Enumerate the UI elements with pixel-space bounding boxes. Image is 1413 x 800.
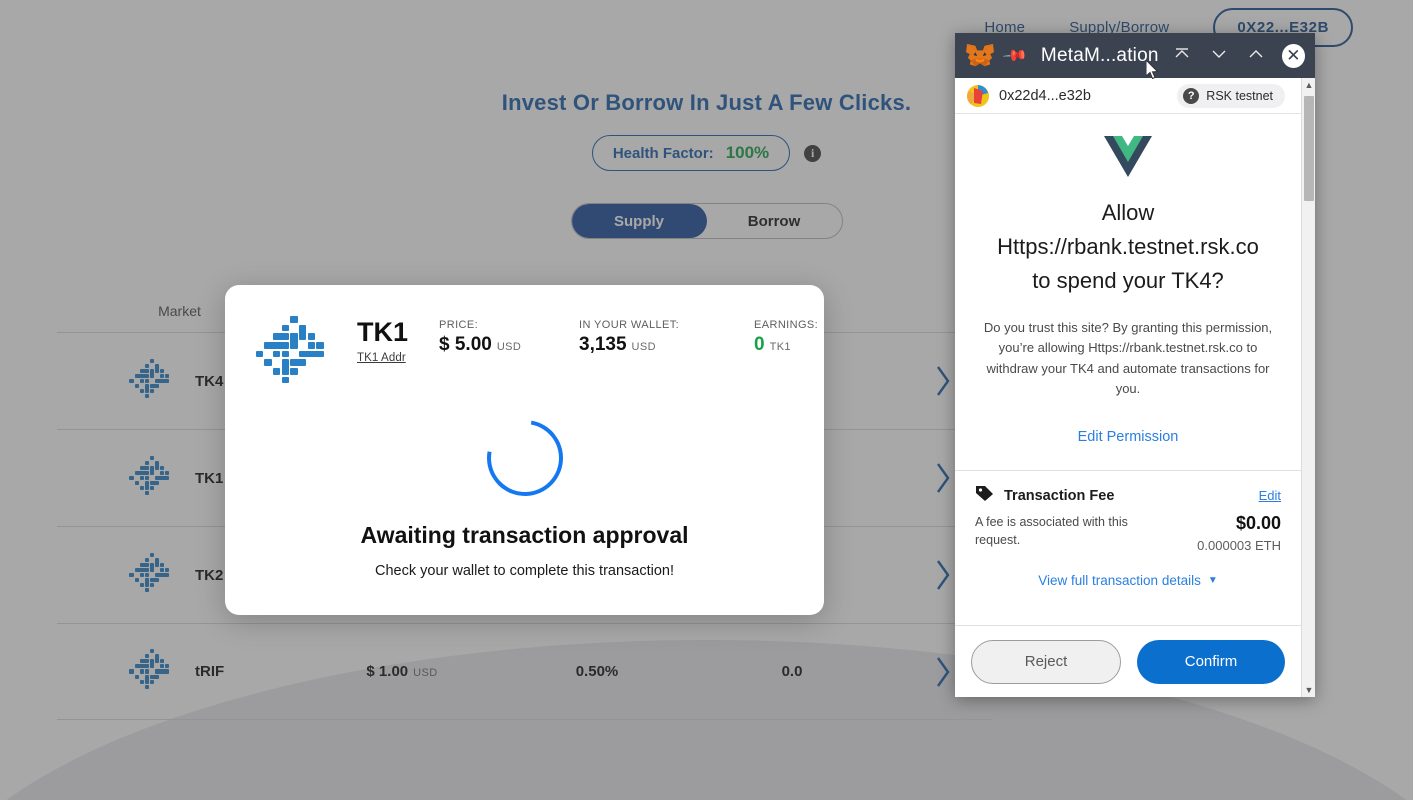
token-address-link[interactable]: TK1 Addr: [357, 352, 439, 364]
account-bar: 0x22d4...e32b ? RSK testnet: [955, 78, 1301, 114]
token-logo-icon: [255, 315, 333, 398]
network-pill[interactable]: ? RSK testnet: [1177, 83, 1285, 108]
metamask-titlebar[interactable]: 📌 MetaM...ation ✕: [955, 33, 1315, 78]
view-transaction-details-link[interactable]: View full transaction details ▼: [975, 573, 1281, 588]
permission-heading-line3: to spend your TK4?: [1032, 268, 1224, 294]
price-unit: USD: [496, 341, 522, 353]
reject-button[interactable]: Reject: [971, 639, 1121, 684]
earnings-label: EARNINGS:: [754, 319, 819, 331]
account-address[interactable]: 0x22d4...e32b: [999, 88, 1091, 104]
avatar: [967, 84, 989, 107]
screen: Home Supply/Borrow 0X22...E32B Invest Or…: [0, 0, 1413, 800]
network-name: RSK testnet: [1206, 88, 1273, 103]
price-label: PRICE:: [439, 319, 479, 331]
permission-description: Do you trust this site? By granting this…: [983, 320, 1273, 396]
permission-heading: Allow Https://rbank.testnet.rsk.co to sp…: [975, 196, 1281, 298]
collapse-to-top-icon[interactable]: [1169, 46, 1196, 66]
metamask-fox-icon: [965, 43, 995, 69]
modal-status-subtitle: Check your wallet to complete this trans…: [375, 563, 674, 579]
earnings-stat: EARNINGS: 0 TK1: [754, 319, 818, 356]
caret-down-icon: ▼: [1207, 574, 1218, 586]
metamask-body: ▲ ▼ 0x22d4...e32b ? RSK testnet Allow Ht…: [955, 78, 1315, 697]
price-stat: PRICE: $ 5.00 USD: [439, 319, 579, 356]
wallet-value: 3,135 USD: [579, 334, 656, 355]
pin-icon[interactable]: 📌: [1001, 41, 1029, 69]
fee-usd-amount: $0.00: [1235, 512, 1281, 533]
scroll-down-icon[interactable]: ▼: [1302, 685, 1315, 695]
chevron-up-icon[interactable]: [1243, 46, 1270, 65]
wallet-stat: IN YOUR WALLET: 3,135 USD: [579, 319, 754, 356]
question-mark-icon: ?: [1183, 87, 1200, 104]
edit-fee-link[interactable]: Edit: [1259, 488, 1281, 503]
transaction-fee-section: Transaction Fee Edit A fee is associated…: [955, 471, 1301, 588]
wallet-unit: USD: [631, 341, 656, 353]
transaction-modal: TK1 TK1 Addr PRICE: $ 5.00 USD IN YOUR WA…: [225, 285, 824, 615]
fee-eth-amount: 0.000003 ETH: [1197, 537, 1281, 553]
earnings-unit: TK1: [769, 341, 791, 353]
edit-permission-link[interactable]: Edit Permission: [975, 429, 1281, 445]
metamask-window: 📌 MetaM...ation ✕ ▲ ▼ 0x22d4...e32b ? RS…: [955, 33, 1315, 697]
modal-status-title: Awaiting transaction approval: [360, 522, 689, 548]
metamask-footer: Reject Confirm: [955, 625, 1301, 697]
earnings-value: 0 TK1: [754, 334, 791, 355]
vue-logo-icon: [1104, 136, 1152, 177]
chevron-down-icon[interactable]: [1206, 46, 1233, 65]
fee-description: A fee is associated with this request.: [975, 514, 1128, 547]
loading-spinner: [471, 405, 578, 511]
metamask-window-title: MetaM...ation: [1040, 44, 1159, 66]
metamask-scrollbar[interactable]: ▲ ▼: [1301, 78, 1315, 697]
permission-heading-line2: Https://rbank.testnet.rsk.co: [997, 234, 1259, 260]
wallet-label: IN YOUR WALLET:: [579, 319, 680, 331]
permission-heading-line1: Allow: [1101, 200, 1155, 225]
modal-header: TK1 TK1 Addr PRICE: $ 5.00 USD IN YOUR WA…: [225, 285, 824, 398]
tag-icon: [975, 485, 994, 507]
permission-content: Allow Https://rbank.testnet.rsk.co to sp…: [955, 114, 1301, 445]
scrollbar-thumb[interactable]: [1304, 96, 1314, 201]
close-icon[interactable]: ✕: [1281, 43, 1306, 68]
price-value: $ 5.00 USD: [439, 334, 522, 355]
confirm-button[interactable]: Confirm: [1137, 639, 1285, 684]
scroll-up-icon[interactable]: ▲: [1302, 80, 1315, 90]
view-details-label: View full transaction details: [1038, 572, 1201, 588]
transaction-fee-title: Transaction Fee: [1004, 487, 1115, 504]
modal-token-symbol: TK1: [357, 317, 409, 347]
